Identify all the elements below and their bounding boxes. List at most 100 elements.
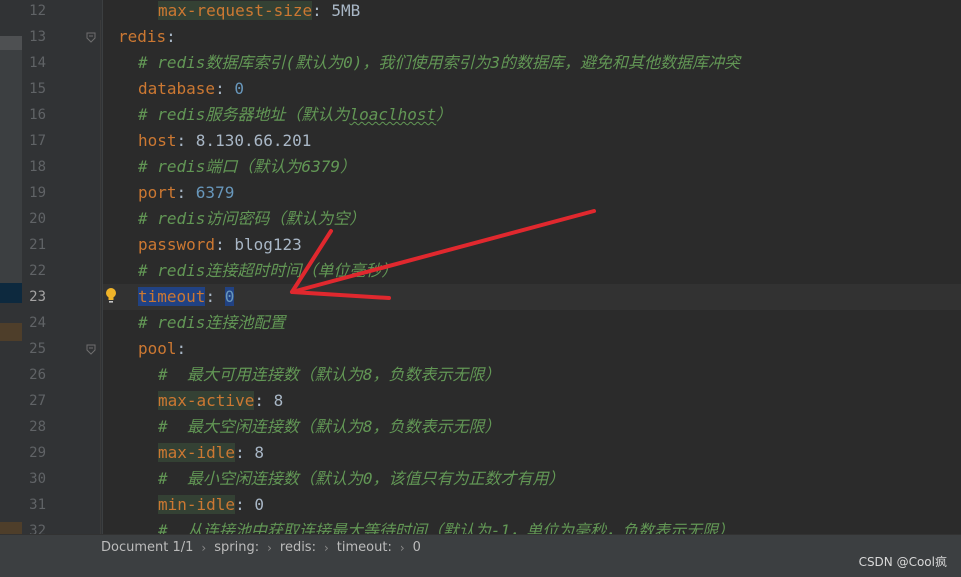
key-token: min-idle — [158, 495, 236, 514]
comment-token: # redis连接池配置 — [138, 313, 286, 332]
gutter-separator — [102, 0, 103, 534]
line-number: 31 — [29, 497, 46, 513]
key-token: pool — [138, 339, 177, 358]
chevron-right-icon: › — [399, 541, 405, 555]
code-line[interactable]: min-idle: 0 — [158, 492, 264, 518]
comment-token: ） — [436, 105, 453, 124]
value-token: 5MB — [331, 1, 361, 20]
code-line[interactable]: # redis服务器地址（默认为loaclhost） — [138, 102, 452, 128]
breadcrumb-item[interactable]: 0 — [407, 535, 427, 561]
key-token: database — [138, 79, 216, 98]
strip-marker — [0, 36, 22, 50]
breadcrumb-item[interactable]: redis: — [274, 535, 322, 561]
code-line[interactable]: # redis连接池配置 — [138, 310, 285, 336]
comment-token: # redis数据库索引(默认为0)，我们使用索引为3的数据库，避免和其他数据库… — [138, 53, 740, 72]
line-number: 24 — [29, 315, 46, 331]
code-editor[interactable]: 12 max-request-size: 5MB 13 redis: 14 # redis… — [0, 0, 961, 534]
comment-token: # 最大空闲连接数（默认为8，负数表示无限） — [158, 417, 501, 436]
indent-guide — [100, 20, 101, 534]
status-bar: Document 1/1 › spring: › redis: › timeout: › 0 C… — [0, 534, 961, 577]
value-token: 0 — [234, 79, 244, 98]
comment-token: # 从连接池中获取连接最大等待时间（默认为-1，单位为毫秒，负数表示无限） — [158, 521, 735, 534]
comment-token: # redis端口（默认为6379） — [138, 157, 356, 176]
value-token: : — [235, 443, 255, 462]
comment-token: # redis访问密码（默认为空） — [138, 209, 366, 228]
value-token: 6379 — [195, 183, 235, 202]
fold-icon[interactable] — [85, 31, 97, 43]
value-token: 8.130.66.201 — [195, 131, 312, 150]
value-token: 8 — [273, 391, 284, 410]
line-number: 17 — [29, 133, 46, 149]
line-number: 25 — [29, 341, 46, 357]
value-token: : — [254, 391, 274, 410]
code-line[interactable]: # redis连接超时时间（单位毫秒） — [138, 258, 397, 284]
value-token: 0 — [224, 287, 235, 306]
strip-marker — [0, 323, 22, 341]
chevron-right-icon: › — [323, 541, 329, 555]
line-number: 29 — [29, 445, 46, 461]
code-line[interactable]: max-request-size: 5MB — [158, 0, 360, 24]
code-line[interactable]: max-active: 8 — [158, 388, 283, 414]
code-line[interactable]: pool: — [138, 336, 186, 362]
line-number: 18 — [29, 159, 46, 175]
line-number: 28 — [29, 419, 46, 435]
line-number: 30 — [29, 471, 46, 487]
tool-window-strip — [0, 0, 22, 534]
key-token: password — [138, 235, 216, 254]
line-number: 23 — [29, 289, 46, 305]
code-line[interactable]: # 从连接池中获取连接最大等待时间（默认为-1，单位为毫秒，负数表示无限） — [158, 518, 734, 534]
line-number: 13 — [29, 29, 46, 45]
key-token: timeout — [138, 287, 206, 306]
line-number: 16 — [29, 107, 46, 123]
value-token: 8 — [254, 443, 264, 462]
code-line[interactable]: # 最小空闲连接数（默认为0，该值只有为正数才有用） — [158, 466, 565, 492]
code-line[interactable]: redis: — [118, 24, 176, 50]
value-token: : — [215, 79, 235, 98]
strip-marker — [0, 522, 22, 534]
fold-icon[interactable] — [85, 343, 97, 355]
chevron-right-icon: › — [201, 541, 207, 555]
lightbulb-icon[interactable] — [104, 287, 118, 305]
code-line[interactable]: # 最大空闲连接数（默认为8，负数表示无限） — [158, 414, 501, 440]
code-line[interactable]: # redis数据库索引(默认为0)，我们使用索引为3的数据库，避免和其他数据库… — [138, 50, 740, 76]
line-number: 12 — [29, 3, 46, 19]
strip-marker — [0, 50, 22, 286]
line-number: 14 — [29, 55, 46, 71]
code-line[interactable]: port: 6379 — [138, 180, 234, 206]
breadcrumb-item[interactable]: timeout: — [331, 535, 398, 561]
comment-token: # 最大可用连接数（默认为8，负数表示无限） — [158, 365, 501, 384]
breadcrumb-item[interactable]: spring: — [208, 535, 265, 561]
value-token: 0 — [254, 495, 264, 514]
value-token: : — [235, 495, 255, 514]
breadcrumb[interactable]: Document 1/1 › spring: › redis: › timeout: › 0 — [101, 535, 427, 561]
line-number: 22 — [29, 263, 46, 279]
line-number: 15 — [29, 81, 46, 97]
value-token: blog123 — [234, 235, 302, 254]
key-token: max-idle — [158, 443, 236, 462]
comment-token: # 最小空闲连接数（默认为0，该值只有为正数才有用） — [158, 469, 565, 488]
comment-token: # redis连接超时时间（单位毫秒） — [138, 261, 398, 280]
key-token: host — [138, 131, 177, 150]
chevron-right-icon: › — [267, 541, 272, 555]
line-number: 32 — [29, 523, 46, 534]
code-line[interactable]: timeout: 0 — [138, 284, 235, 310]
line-number: 21 — [29, 237, 46, 253]
code-line[interactable]: # 最大可用连接数（默认为8，负数表示无限） — [158, 362, 501, 388]
code-line[interactable]: database: 0 — [138, 76, 244, 102]
breadcrumb-item[interactable]: Document 1/1 — [101, 535, 199, 561]
comment-token: # redis服务器地址（默认为 — [138, 105, 350, 124]
line-number: 20 — [29, 211, 46, 227]
value-token: : — [215, 235, 235, 254]
key-token: max-request-size — [158, 1, 313, 20]
strip-marker-current — [0, 283, 22, 303]
code-line[interactable]: host: 8.130.66.201 — [138, 128, 311, 154]
value-token: : — [205, 287, 225, 306]
code-line[interactable]: # redis访问密码（默认为空） — [138, 206, 365, 232]
code-line[interactable]: password: blog123 — [138, 232, 302, 258]
code-line[interactable]: # redis端口（默认为6379） — [138, 154, 356, 180]
code-line[interactable]: max-idle: 8 — [158, 440, 264, 466]
comment-token: loaclhost — [349, 105, 437, 124]
line-number: 26 — [29, 367, 46, 383]
line-number: 27 — [29, 393, 46, 409]
line-number: 19 — [29, 185, 46, 201]
